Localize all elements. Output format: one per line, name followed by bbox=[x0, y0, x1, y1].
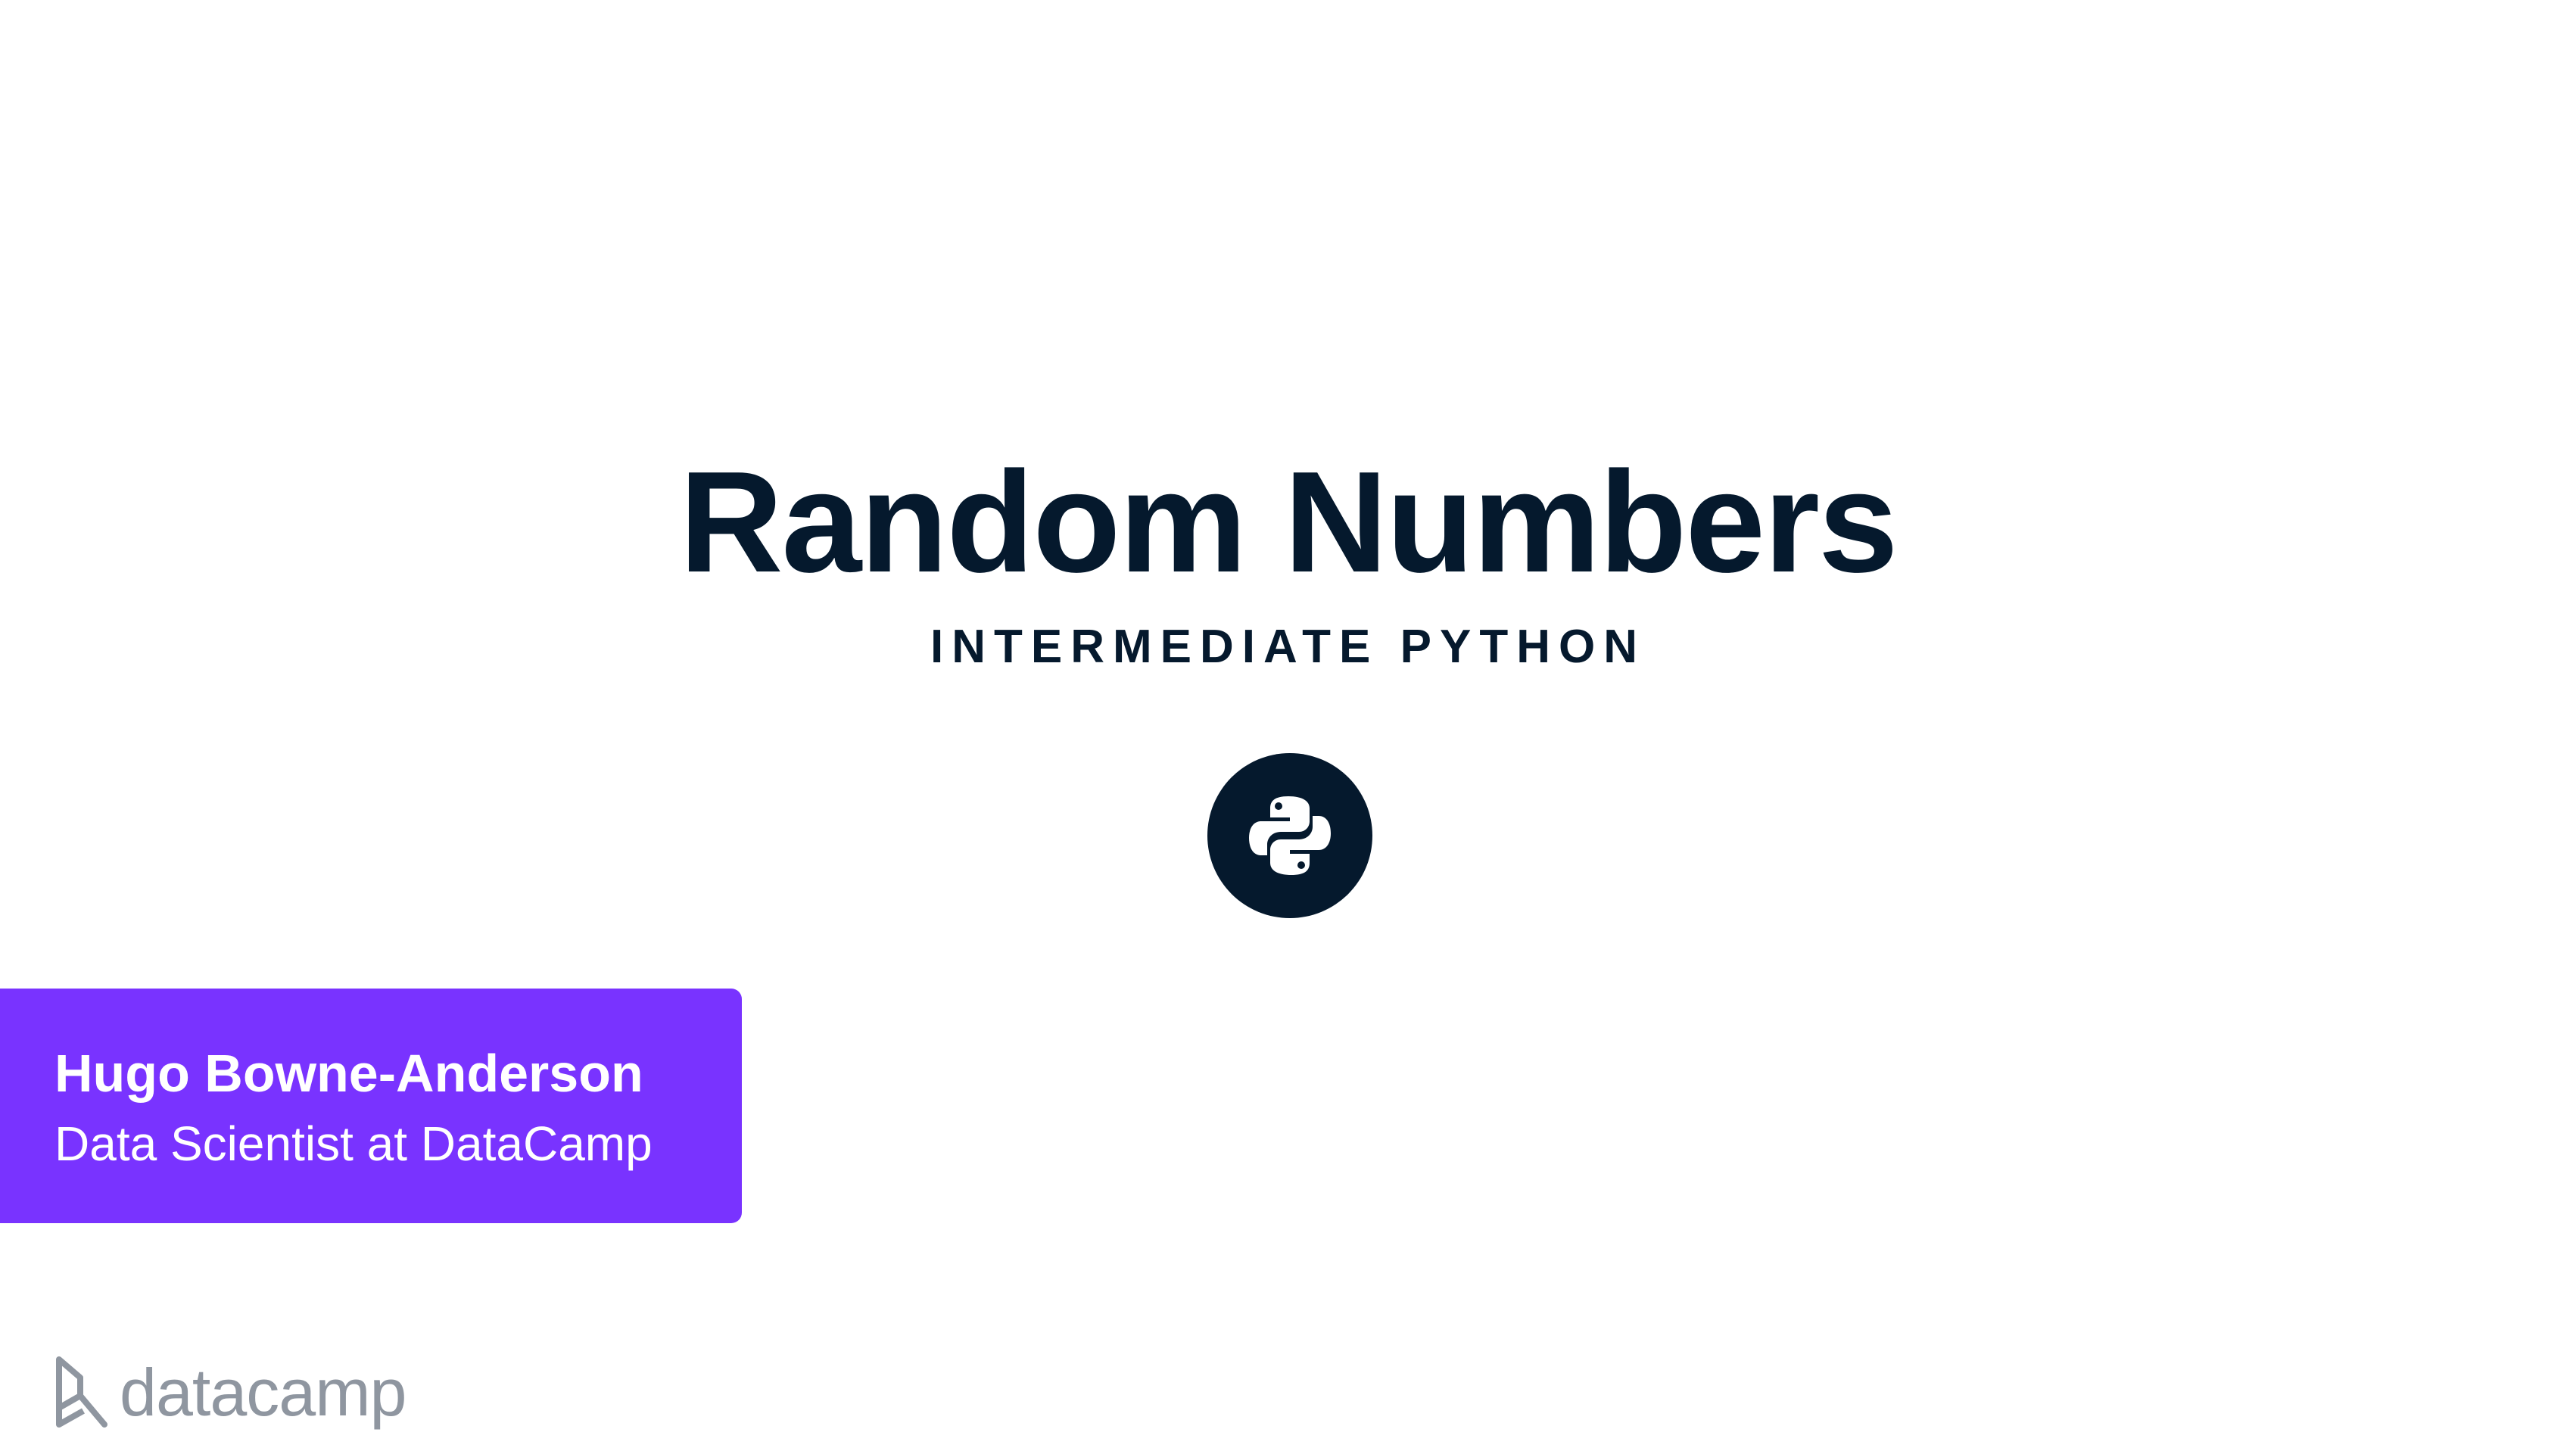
course-name: INTERMEDIATE PYTHON bbox=[930, 621, 1646, 673]
brand-logo: datacamp bbox=[53, 1355, 406, 1431]
author-name: Hugo Bowne-Anderson bbox=[55, 1044, 643, 1103]
title-slide: Random Numbers INTERMEDIATE PYTHON Hugo … bbox=[0, 0, 2576, 1451]
slide-title: Random Numbers bbox=[679, 442, 1898, 603]
python-logo-icon bbox=[1207, 753, 1372, 918]
author-role: Data Scientist at DataCamp bbox=[55, 1116, 653, 1171]
author-card: Hugo Bowne-Anderson Data Scientist at Da… bbox=[0, 989, 742, 1223]
brand-name: datacamp bbox=[120, 1355, 406, 1430]
datacamp-logo-icon bbox=[56, 1356, 107, 1428]
